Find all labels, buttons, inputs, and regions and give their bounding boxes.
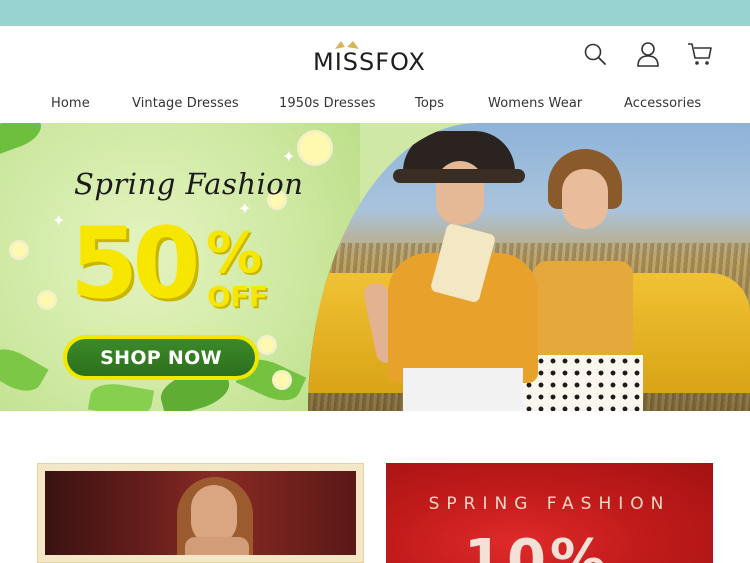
nav-item-accessories[interactable]: Accessories	[624, 96, 701, 111]
flower-decoration	[40, 293, 54, 307]
sparkle-icon: ✦	[238, 199, 252, 218]
main-nav: Home Vintage Dresses 1950s Dresses Tops …	[0, 88, 750, 122]
nav-item-vintage-dresses[interactable]: Vintage Dresses	[132, 96, 239, 111]
nav-item-home[interactable]: Home	[51, 96, 90, 111]
hero-banner[interactable]: ✦ ✦ ✦ Spring Fashion 50 % OFF SHOP NOW	[0, 123, 750, 411]
hero-discount-number: 50	[70, 207, 200, 321]
cart-icon[interactable]	[686, 40, 714, 68]
promo-card-left[interactable]	[37, 463, 364, 563]
promo-card-right-heading: SPRING FASHION	[428, 494, 671, 514]
brand-logo[interactable]: MISSFOX	[313, 40, 439, 76]
brand-logo-text: MISSFOX	[313, 48, 426, 76]
sparkle-icon: ✦	[52, 211, 66, 230]
flower-decoration	[260, 338, 274, 352]
site-header: MISSFOX	[0, 26, 750, 88]
nav-item-tops[interactable]: Tops	[415, 96, 444, 111]
flower-decoration	[275, 373, 289, 387]
announcement-bar	[0, 0, 750, 26]
hero-photo	[308, 123, 750, 411]
flower-decoration	[12, 243, 26, 257]
shop-now-label: SHOP NOW	[67, 339, 255, 376]
flower-decoration	[300, 133, 330, 163]
hero-discount-off: OFF	[207, 280, 268, 313]
hero-title: Spring Fashion	[74, 167, 304, 201]
user-icon[interactable]	[634, 40, 662, 68]
promo-card-right-discount: 10%	[464, 528, 611, 563]
promo-card-right[interactable]: SPRING FASHION 10%	[386, 463, 713, 563]
shop-now-button[interactable]: SHOP NOW	[63, 335, 259, 380]
hero-discount-sign: %	[206, 221, 263, 286]
sparkle-icon: ✦	[282, 147, 296, 166]
nav-item-1950s-dresses[interactable]: 1950s Dresses	[279, 96, 376, 111]
search-icon[interactable]	[581, 40, 609, 68]
nav-item-womens-wear[interactable]: Womens Wear	[488, 96, 582, 111]
promo-card-left-image	[45, 471, 356, 555]
